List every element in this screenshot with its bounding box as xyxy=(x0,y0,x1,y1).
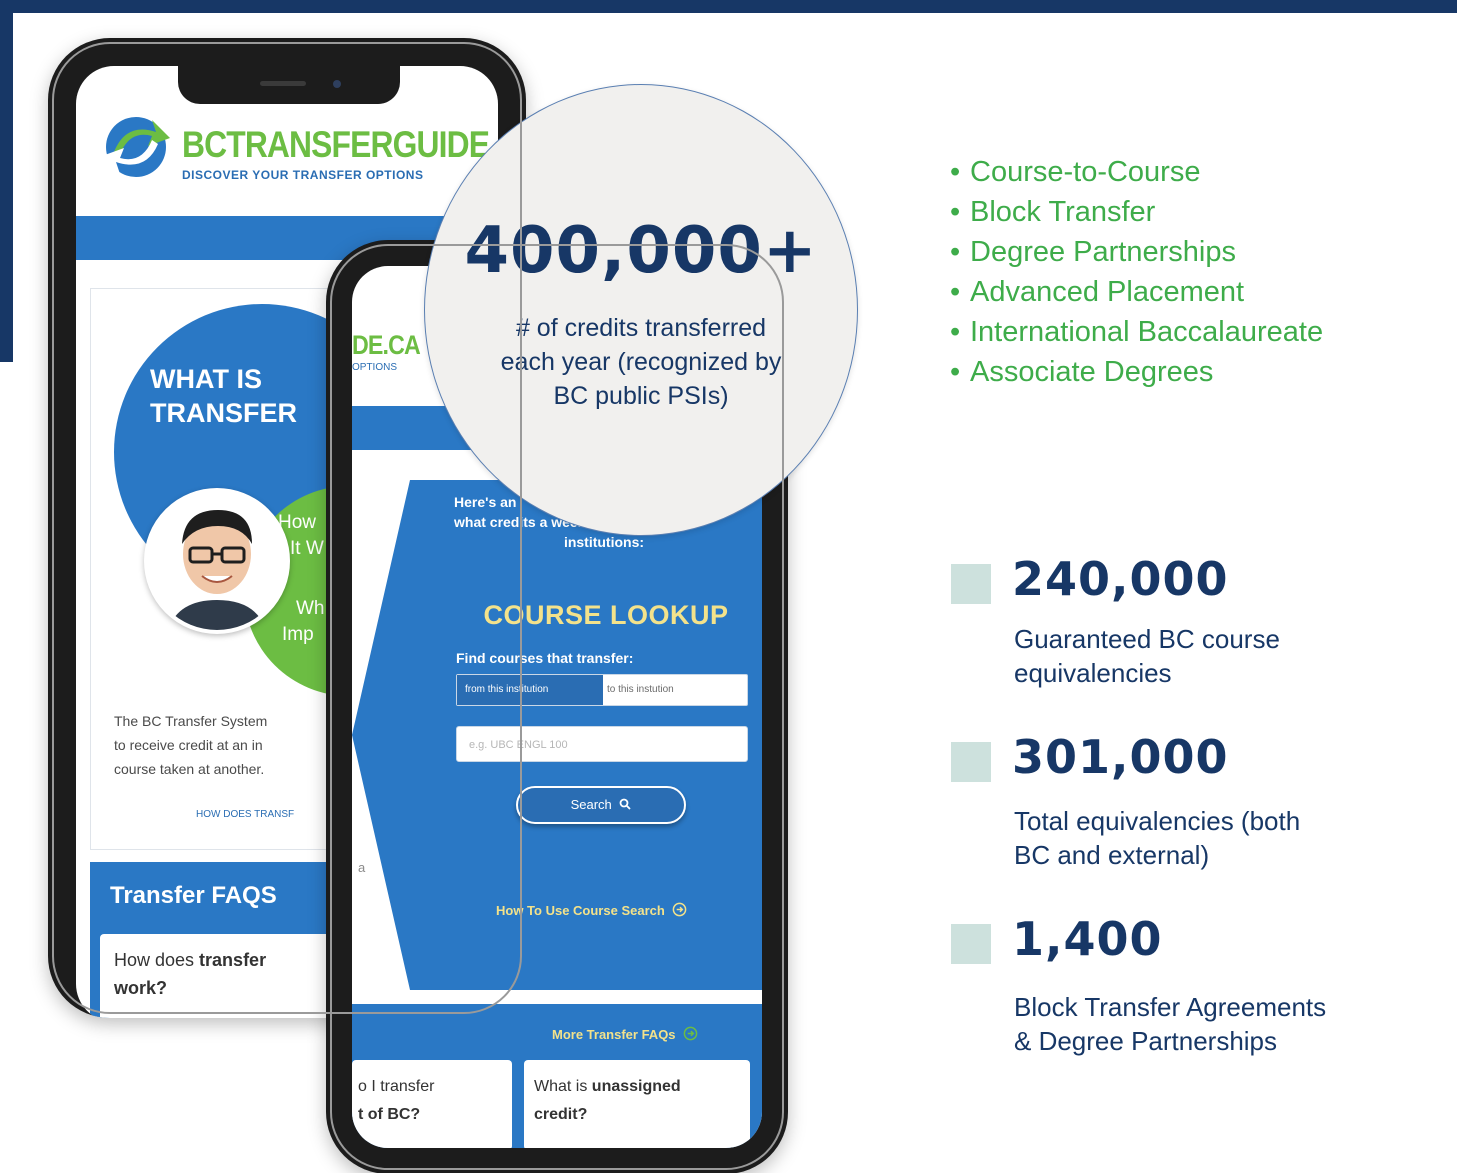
faq-question-prefix: What is xyxy=(534,1078,588,1095)
faq-title: Transfer FAQS xyxy=(110,882,277,909)
transfer-types-list: • Course-to-Course • Block Transfer • Degre… xyxy=(950,152,1323,392)
speaker-icon xyxy=(260,81,306,86)
transfer-type-label: Course-to-Course xyxy=(970,156,1201,188)
advisor-avatar xyxy=(144,488,290,634)
lookup-intro-line: institutions: xyxy=(563,534,645,550)
faq-question-line: What is unassigned xyxy=(534,1078,681,1096)
transfer-type-label: Associate Degrees xyxy=(970,356,1214,388)
highlight-bubble xyxy=(424,84,858,536)
stat-description-line: BC and external) xyxy=(1014,840,1210,870)
site-logo-tagline: DISCOVER YOUR TRANSFER OPTIONS xyxy=(182,168,424,182)
stat-marker-icon xyxy=(951,742,991,782)
institution-toggle: from this institution to this instution xyxy=(456,674,748,706)
stat-value: 240,000 xyxy=(1012,552,1229,606)
search-button-label: Search xyxy=(570,797,612,812)
faq-question-line: o I transfer xyxy=(358,1078,435,1095)
intro-text-line: course taken at another. xyxy=(114,761,265,777)
transfer-type-item: • Degree Partnerships xyxy=(950,232,1323,272)
bullet-icon: • xyxy=(950,316,961,348)
bullet-icon: • xyxy=(950,196,961,228)
faq-question-bold: unassigned xyxy=(591,1078,681,1095)
search-button[interactable]: Search xyxy=(516,786,686,824)
hero-title: WHAT IS TRANSFER xyxy=(150,362,297,430)
course-search-input[interactable]: e.g. UBC ENGL 100 xyxy=(456,726,748,762)
highlight-caption-line: BC public PSIs) xyxy=(553,382,729,410)
green-circle-text: It W xyxy=(290,538,324,559)
highlight-caption-line: # of credits transferred xyxy=(515,314,767,342)
faded-text: a xyxy=(358,860,366,875)
highlight-value: 400,000+ xyxy=(464,214,818,288)
green-circle-text: Imp xyxy=(282,624,314,645)
stat-value: 301,000 xyxy=(1012,730,1229,784)
stat-description-line: Block Transfer Agreements xyxy=(1014,992,1327,1022)
arrow-circle-right-icon xyxy=(673,902,687,917)
toggle-from-institution[interactable]: from this institution xyxy=(457,675,603,705)
bullet-icon: • xyxy=(950,156,961,188)
more-faqs-label: More Transfer FAQs xyxy=(552,1027,676,1042)
site-logo-text: BCTRANSFERGUIDE.CA xyxy=(182,124,498,165)
toggle-to-institution[interactable]: to this instution xyxy=(607,675,674,705)
hero-title-line: TRANSFER xyxy=(150,398,297,428)
find-courses-label: Find courses that transfer: xyxy=(456,650,634,666)
stat-description-line: Total equivalencies (both xyxy=(1014,806,1301,836)
bullet-icon: • xyxy=(950,356,961,388)
how-transfer-link[interactable]: HOW DOES TRANSF xyxy=(196,809,294,820)
transfer-type-item: • International Baccalaureate xyxy=(950,312,1323,352)
stat-description-line: equivalencies xyxy=(1014,658,1172,688)
faq-question-bold: transfer xyxy=(199,950,267,970)
left-border-bar xyxy=(0,0,13,362)
faq-question-line: How does transfer xyxy=(114,950,267,970)
highlight-caption-line: each year (recognized by xyxy=(500,348,782,376)
faq-question-line: credit? xyxy=(534,1106,588,1123)
transfer-type-item: • Associate Degrees xyxy=(950,352,1323,392)
site-logo-tagline: OPTIONS xyxy=(352,362,398,373)
site-logo-text: DE.CA xyxy=(352,330,421,360)
faq-question-line: t of BC? xyxy=(358,1106,421,1123)
transfer-arrows-logo-icon xyxy=(102,117,170,177)
top-border-bar xyxy=(0,0,1457,13)
course-lookup-title: COURSE LOOKUP xyxy=(483,600,729,630)
faq-question-line: work? xyxy=(114,978,168,998)
transfer-type-label: Block Transfer xyxy=(970,196,1156,228)
site-logo: BCTRANSFERGUIDE.CA DISCOVER YOUR TRANSFE… xyxy=(86,104,498,194)
stat-description-line: Guaranteed BC course xyxy=(1014,624,1280,654)
search-icon xyxy=(620,798,632,810)
stat-value: 1,400 xyxy=(1012,912,1163,966)
transfer-type-label: Advanced Placement xyxy=(970,276,1245,308)
faq-card[interactable] xyxy=(524,1060,750,1148)
transfer-type-label: International Baccalaureate xyxy=(970,316,1324,348)
stat-marker-icon xyxy=(951,564,991,604)
hero-title-line: WHAT IS xyxy=(150,364,262,394)
faq-card[interactable] xyxy=(352,1060,512,1148)
transfer-type-item: • Block Transfer xyxy=(950,192,1323,232)
person-photo-icon xyxy=(148,492,286,630)
stat-marker-icon xyxy=(951,924,991,964)
how-to-use-course-search-link[interactable]: How To Use Course Search xyxy=(496,902,687,918)
intro-text-line: The BC Transfer System xyxy=(114,713,268,729)
phone-notch xyxy=(178,66,400,104)
how-to-link-label: How To Use Course Search xyxy=(496,903,665,918)
camera-icon xyxy=(333,80,341,88)
transfer-type-label: Degree Partnerships xyxy=(970,236,1236,268)
stat-description-line: & Degree Partnerships xyxy=(1014,1026,1278,1056)
intro-text-line: to receive credit at an in xyxy=(114,737,263,753)
green-circle-text: Wh xyxy=(296,598,325,619)
transfer-type-item: • Advanced Placement xyxy=(950,272,1323,312)
bullet-icon: • xyxy=(950,276,961,308)
bullet-icon: • xyxy=(950,236,961,268)
transfer-type-item: • Course-to-Course xyxy=(950,152,1323,192)
more-transfer-faqs-link[interactable]: More Transfer FAQs xyxy=(552,1026,698,1042)
arrow-circle-right-icon xyxy=(683,1026,698,1041)
